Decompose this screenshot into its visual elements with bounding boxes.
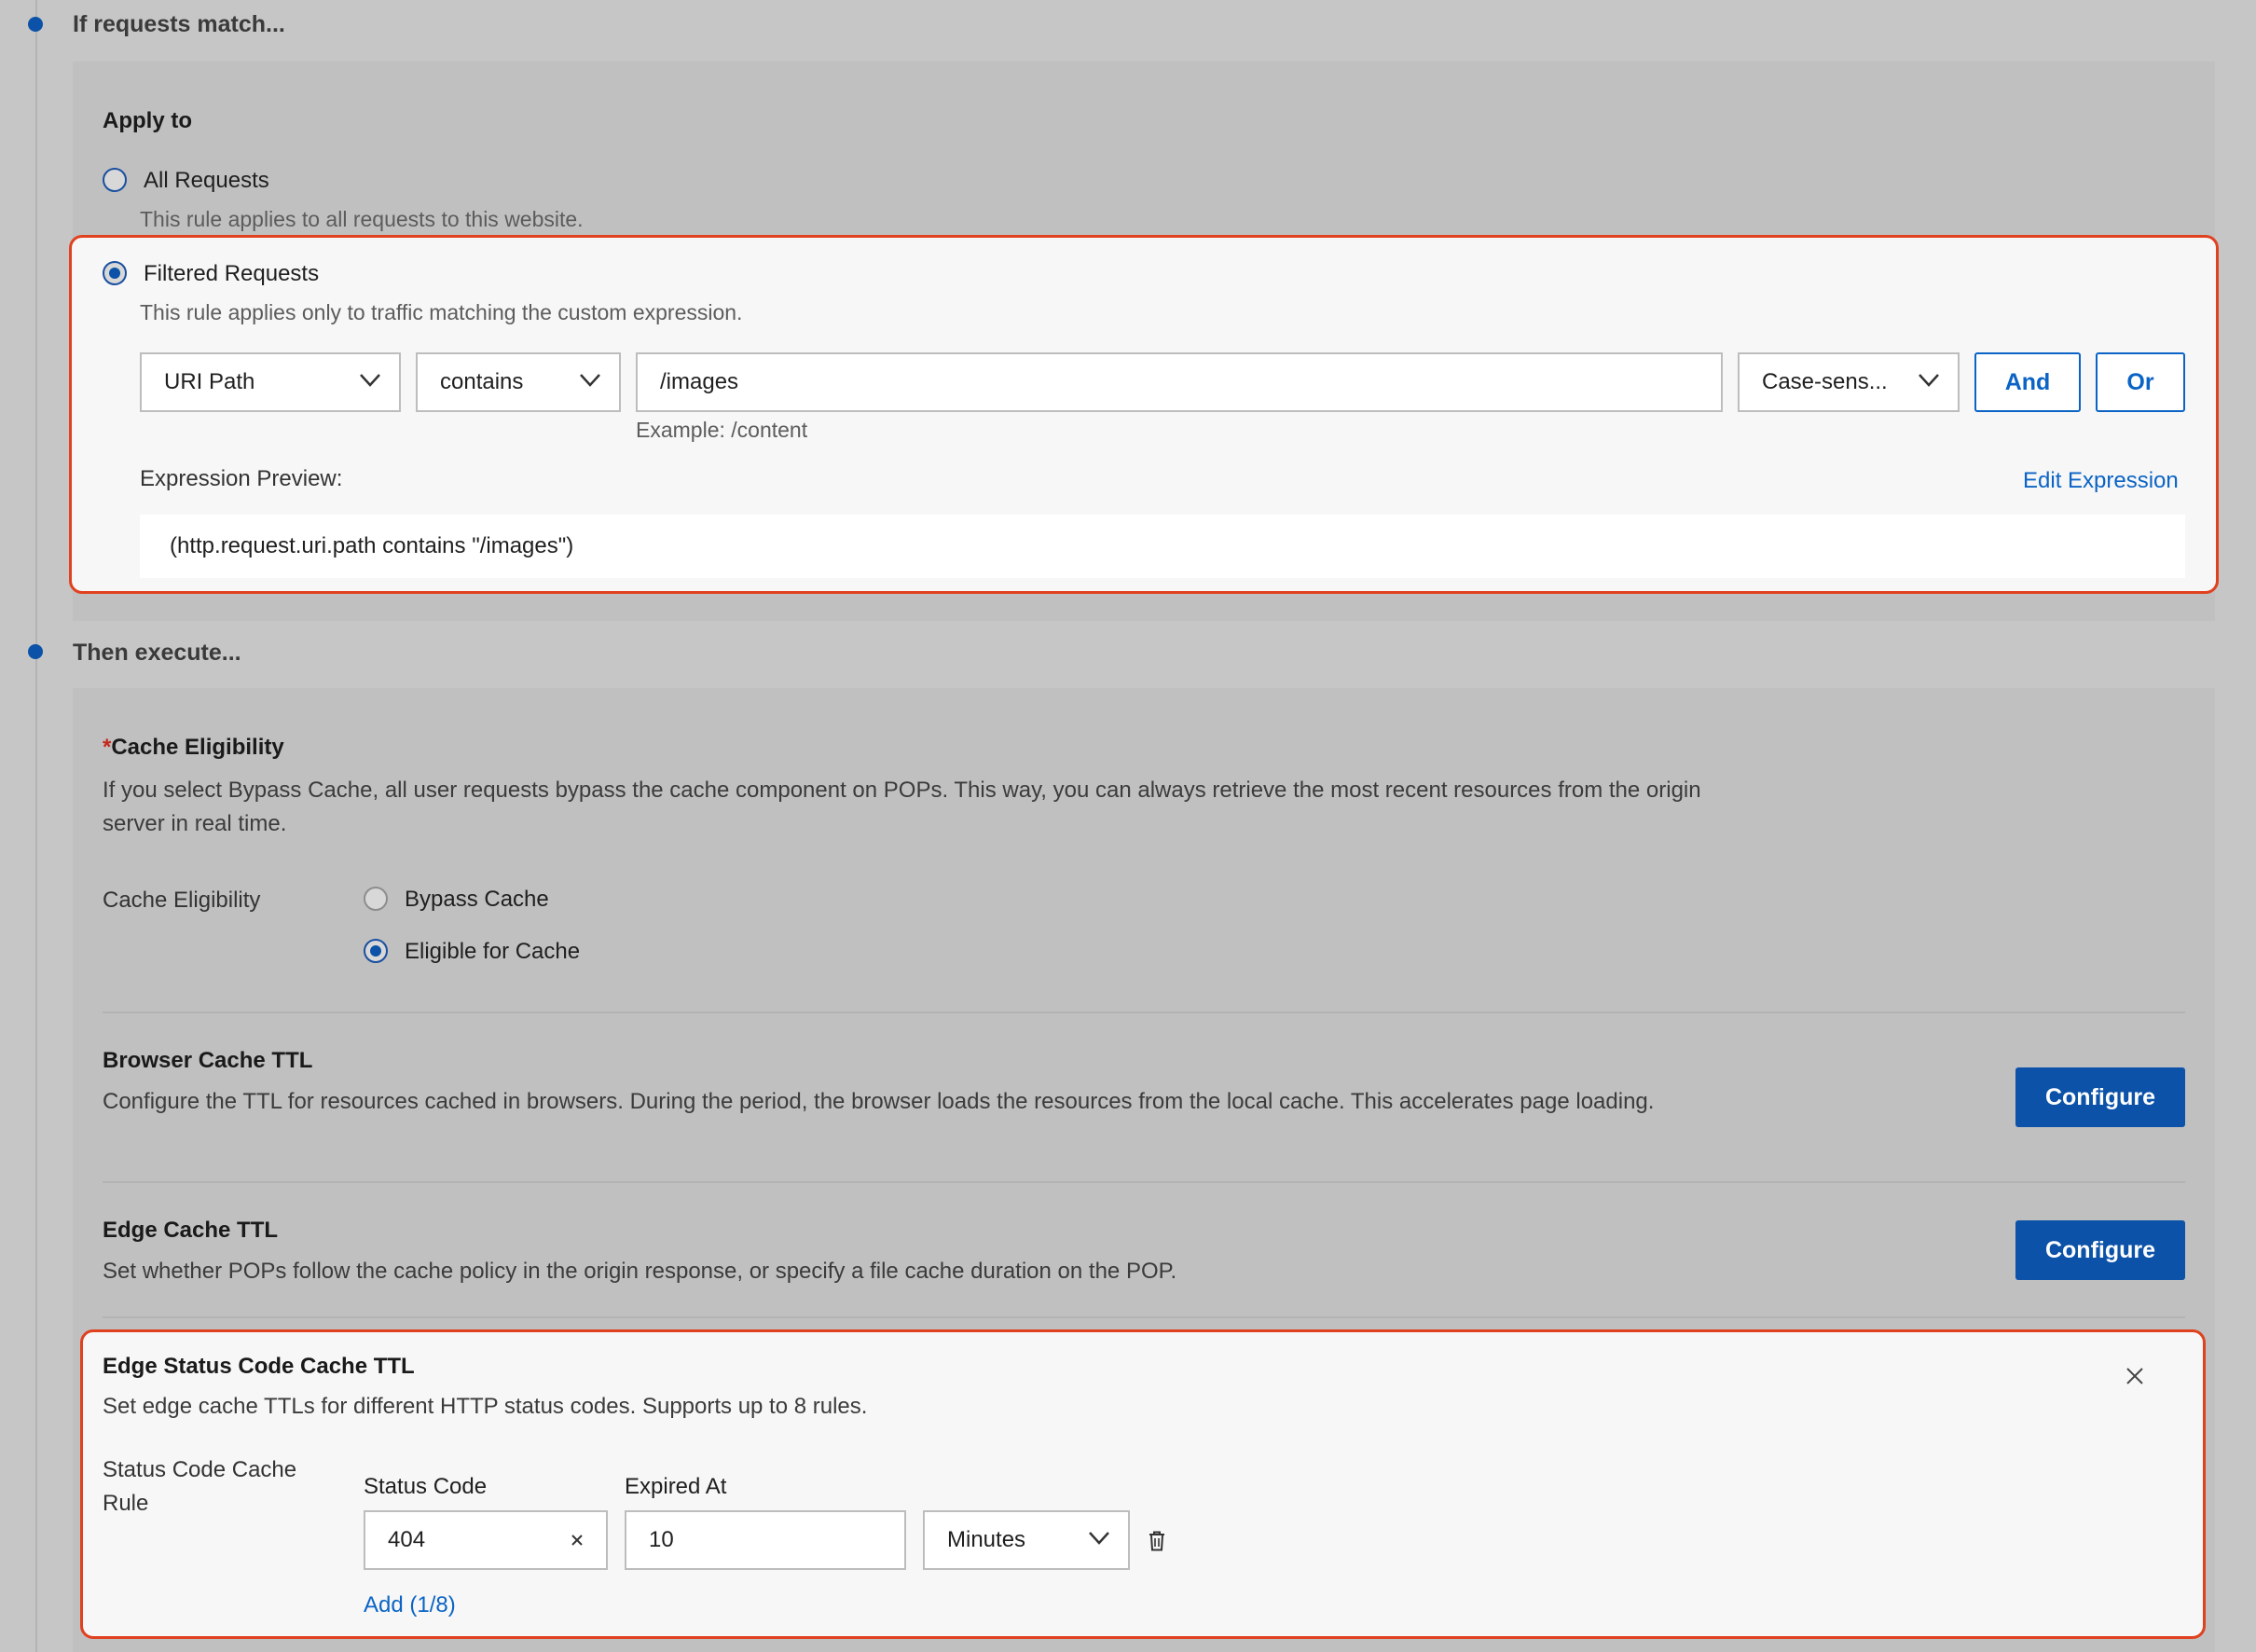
divider bbox=[103, 1012, 2185, 1013]
expiry-unit-value: Minutes bbox=[947, 1527, 1026, 1552]
chevron-down-icon bbox=[1089, 1532, 1109, 1549]
bypass-cache-radio[interactable] bbox=[364, 887, 388, 911]
close-icon[interactable] bbox=[2125, 1367, 2144, 1385]
condition-field-select[interactable]: URI Path bbox=[140, 352, 401, 412]
all-requests-radio[interactable] bbox=[103, 168, 127, 192]
chevron-down-icon bbox=[580, 374, 600, 391]
step-dot-match bbox=[28, 17, 43, 32]
case-sensitivity-select[interactable]: Case-sens... bbox=[1738, 352, 1960, 412]
status-code-input[interactable]: 404 bbox=[364, 1510, 608, 1570]
bypass-cache-label[interactable]: Bypass Cache bbox=[405, 887, 549, 913]
condition-operator-select[interactable]: contains bbox=[416, 352, 621, 412]
eligible-for-cache-label[interactable]: Eligible for Cache bbox=[405, 939, 580, 965]
cache-eligibility-title: *Cache Eligibility bbox=[103, 735, 284, 761]
all-requests-label[interactable]: All Requests bbox=[144, 168, 269, 194]
status-code-ttl-desc: Set edge cache TTLs for different HTTP s… bbox=[103, 1394, 868, 1419]
timeline-line bbox=[35, 0, 37, 1652]
status-code-value: 404 bbox=[388, 1527, 426, 1552]
clear-icon[interactable] bbox=[571, 1527, 584, 1553]
condition-value-text: /images bbox=[660, 369, 739, 394]
browser-cache-ttl-configure-button[interactable]: Configure bbox=[2015, 1067, 2185, 1127]
and-button[interactable]: And bbox=[1974, 352, 2081, 412]
step-title-match: If requests match... bbox=[73, 11, 285, 37]
cache-eligibility-desc: If you select Bypass Cache, all user req… bbox=[103, 778, 1701, 836]
case-sensitivity-value: Case-sens... bbox=[1762, 369, 1888, 394]
expired-at-value: 10 bbox=[649, 1527, 674, 1552]
status-code-ttl-title: Edge Status Code Cache TTL bbox=[103, 1354, 415, 1379]
or-button[interactable]: Or bbox=[2096, 352, 2185, 412]
expression-preview-box: (http.request.uri.path contains "/images… bbox=[140, 515, 2185, 578]
eligible-for-cache-radio[interactable] bbox=[364, 939, 388, 963]
browser-cache-ttl-title: Browser Cache TTL bbox=[103, 1048, 313, 1073]
expression-preview-label: Expression Preview: bbox=[140, 466, 343, 491]
apply-to-label: Apply to bbox=[103, 108, 192, 133]
chevron-down-icon bbox=[1919, 374, 1939, 391]
condition-operator-value: contains bbox=[440, 369, 524, 394]
divider bbox=[103, 1316, 2185, 1318]
required-mark: * bbox=[103, 735, 112, 760]
divider bbox=[103, 1181, 2185, 1183]
condition-value-input[interactable]: /images bbox=[636, 352, 1723, 412]
add-rule-link[interactable]: Add (1/8) bbox=[364, 1592, 456, 1618]
chevron-down-icon bbox=[360, 374, 380, 391]
trash-icon[interactable] bbox=[1149, 1531, 1165, 1551]
filtered-requests-label[interactable]: Filtered Requests bbox=[144, 261, 319, 287]
filtered-requests-radio[interactable] bbox=[103, 261, 127, 285]
condition-value-hint: Example: /content bbox=[636, 418, 808, 442]
expiry-unit-select[interactable]: Minutes bbox=[923, 1510, 1130, 1570]
cache-eligibility-title-text: Cache Eligibility bbox=[111, 735, 284, 760]
expired-at-header: Expired At bbox=[625, 1474, 727, 1499]
step-dot-execute bbox=[28, 644, 43, 659]
edit-expression-link[interactable]: Edit Expression bbox=[2023, 468, 2179, 494]
condition-field-value: URI Path bbox=[164, 369, 255, 394]
edge-cache-ttl-desc: Set whether POPs follow the cache policy… bbox=[103, 1259, 1177, 1284]
cache-eligibility-field-label: Cache Eligibility bbox=[103, 888, 261, 913]
filtered-requests-desc: This rule applies only to traffic matchi… bbox=[140, 300, 743, 324]
status-code-rule-label: Status Code Cache Rule bbox=[103, 1457, 297, 1516]
expired-at-input[interactable]: 10 bbox=[625, 1510, 906, 1570]
expression-preview-text: (http.request.uri.path contains "/images… bbox=[170, 533, 574, 558]
edge-cache-ttl-configure-button[interactable]: Configure bbox=[2015, 1220, 2185, 1280]
browser-cache-ttl-desc: Configure the TTL for resources cached i… bbox=[103, 1089, 1655, 1114]
status-code-header: Status Code bbox=[364, 1474, 488, 1499]
edge-cache-ttl-title: Edge Cache TTL bbox=[103, 1218, 279, 1243]
all-requests-desc: This rule applies to all requests to thi… bbox=[140, 207, 584, 231]
step-title-execute: Then execute... bbox=[73, 640, 241, 666]
